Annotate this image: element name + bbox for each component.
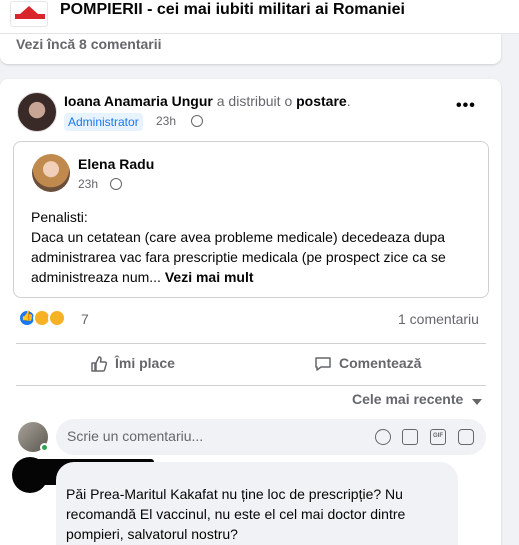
shared-post-box[interactable]: Elena Radu 23h Penalisti: Daca un cetate…	[13, 141, 489, 298]
previous-post-card: Vezi încă 8 comentarii	[0, 34, 501, 64]
gif-icon[interactable]: GIF	[430, 429, 446, 445]
header-period: .	[346, 93, 351, 109]
author-avatar[interactable]	[17, 92, 57, 132]
online-status-dot	[40, 443, 49, 452]
group-logo[interactable]	[10, 1, 48, 27]
comment-text: Păi Prea-Maritul Kakafat nu ține loc de …	[66, 486, 406, 542]
share-action-text: a distribuit o	[216, 93, 293, 109]
divider	[16, 343, 486, 344]
camera-icon[interactable]	[402, 429, 418, 445]
see-more-link[interactable]: Vezi mai mult	[165, 269, 254, 285]
logo-bar-shape	[15, 14, 45, 19]
sticker-icon[interactable]	[458, 429, 474, 445]
reaction-count[interactable]: 7	[81, 311, 89, 327]
care-reaction-icon	[48, 309, 66, 327]
post-time[interactable]: 23h	[156, 114, 176, 128]
comment-label: Comentează	[339, 355, 422, 371]
thumbs-up-icon	[91, 356, 108, 372]
logo-roof-shape	[20, 6, 38, 14]
reactions-summary[interactable]	[18, 309, 74, 329]
shared-author-avatar[interactable]	[32, 154, 70, 192]
like-label: Îmi place	[115, 355, 175, 371]
comment-bubble-icon	[315, 357, 331, 371]
group-title[interactable]: POMPIERII - cei mai iubiti militari ai R…	[60, 1, 405, 19]
shared-post-text: Penalisti: Daca un cetatean (care avea p…	[31, 207, 481, 287]
public-globe-icon	[110, 178, 122, 190]
comment-count[interactable]: 1 comentariu	[398, 311, 479, 327]
group-privacy-icon	[191, 115, 203, 127]
more-options-icon[interactable]: •••	[456, 97, 476, 115]
comment-button[interactable]: Comentează	[250, 347, 486, 383]
post-header-line: Ioana Anamaria Ungur a distribuit o post…	[64, 93, 351, 109]
shared-author-name[interactable]: Elena Radu	[78, 156, 154, 172]
emoji-icon[interactable]	[375, 429, 391, 445]
see-more-comments-link[interactable]: Vezi încă 8 comentarii	[16, 36, 162, 52]
comment-sort-dropdown[interactable]: Cele mai recente	[352, 391, 463, 407]
author-name[interactable]: Ioana Anamaria Ungur	[64, 93, 213, 109]
shared-post-time[interactable]: 23h	[78, 177, 98, 191]
comment-input-placeholder: Scrie un comentariu...	[67, 428, 204, 444]
comment-input[interactable]: Scrie un comentariu... GIF	[56, 419, 486, 455]
admin-badge: Administrator	[64, 113, 143, 131]
divider	[16, 385, 486, 386]
shared-post-link[interactable]: postare	[296, 93, 347, 109]
like-button[interactable]: Îmi place	[16, 347, 246, 383]
group-header: POMPIERII - cei mai iubiti militari ai R…	[0, 0, 519, 34]
caret-down-icon[interactable]	[472, 399, 482, 405]
comment-bubble: Păi Prea-Maritul Kakafat nu ține loc de …	[56, 462, 458, 545]
